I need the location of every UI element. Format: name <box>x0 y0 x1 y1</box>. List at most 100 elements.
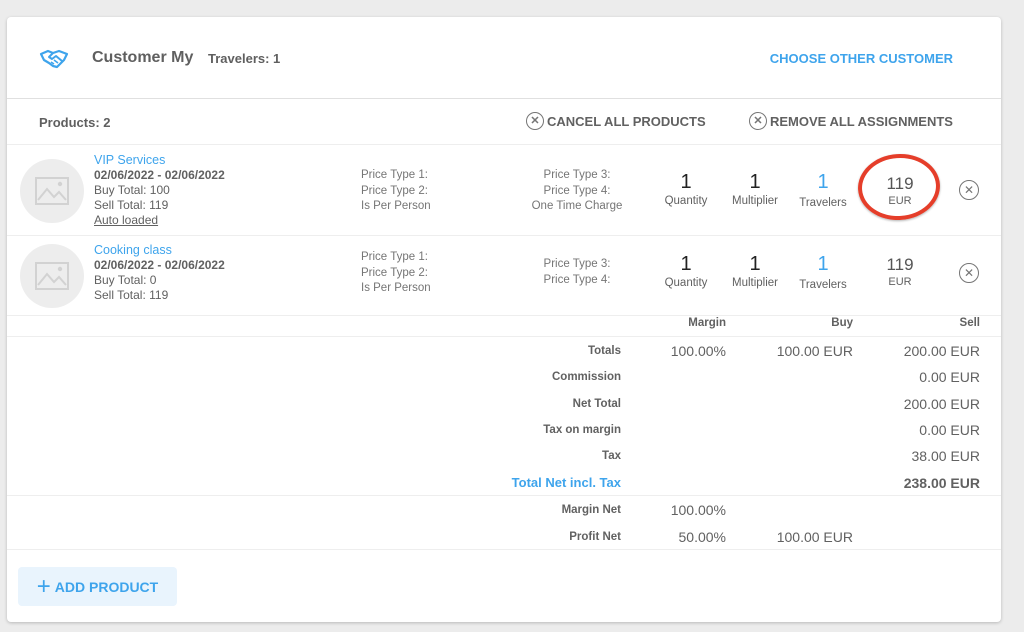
summary-margin-value: 100.00% <box>670 343 726 359</box>
price-type-4: Price Type 4: <box>543 273 611 286</box>
summary-sell-value: 200.00 EUR <box>903 395 980 412</box>
multiplier-value: 1 <box>749 171 761 193</box>
travelers-label: Travelers <box>799 279 847 291</box>
multiplier-label: Multiplier <box>731 277 778 289</box>
product-row: VIP Services 02/06/2022 - 02/06/2022 Buy… <box>7 145 1001 236</box>
product-sell-total: Sell Total: 119 <box>94 288 169 302</box>
summary-header-buy: Buy <box>831 317 853 329</box>
price-type-1: Price Type 1: <box>361 251 428 263</box>
image-icon <box>35 262 69 290</box>
close-circle-icon: ✕ <box>963 266 975 280</box>
auto-loaded-link[interactable]: Auto loaded <box>94 213 225 228</box>
summary-sell-value: 0.00 EUR <box>919 369 980 386</box>
summary-buy-value: 100.00 EUR <box>776 343 853 359</box>
summary-row: Total Net incl. Tax 238.00 EUR <box>7 470 1001 496</box>
multiplier-label: Multiplier <box>731 195 778 207</box>
cancel-all-products-label: CANCEL ALL PRODUCTS <box>547 113 706 129</box>
product-sell-total: Sell Total: 119 <box>94 198 169 212</box>
quantity-field[interactable]: 1 Quantity <box>656 171 716 207</box>
price-types-right: Price Type 3: Price Type 4: One Time Cha… <box>517 168 637 215</box>
summary-row-label: Totals <box>587 345 621 357</box>
quantity-value: 1 <box>680 253 692 275</box>
remove-product-button[interactable]: ✕ <box>959 263 979 283</box>
quantity-field[interactable]: 1 Quantity <box>656 253 716 289</box>
remove-all-assignments-label: REMOVE ALL ASSIGNMENTS <box>770 113 953 129</box>
price-types-right: Price Type 3: Price Type 4: <box>517 257 637 288</box>
product-info: Cooking class 02/06/2022 - 02/06/2022 Bu… <box>94 243 225 303</box>
divider <box>7 495 1001 496</box>
price-types-left: Price Type 1: Price Type 2: Is Per Perso… <box>361 250 431 297</box>
booking-card: Customer My Travelers: 1 CHOOSE OTHER CU… <box>7 17 1001 622</box>
multiplier-field[interactable]: 1 Multiplier <box>725 171 785 207</box>
is-per-person: Is Per Person <box>361 200 431 212</box>
price-type-3: Price Type 3: <box>543 169 611 181</box>
product-dates: 02/06/2022 - 02/06/2022 <box>94 258 225 272</box>
handshake-icon <box>39 49 69 69</box>
products-count: Products: 2 <box>39 115 111 130</box>
price-type-2: Price Type 2: <box>361 184 428 197</box>
product-name-link[interactable]: Cooking class <box>94 243 225 258</box>
summary-row: Totals 100.00% 100.00 EUR 200.00 EUR <box>7 338 1001 364</box>
products-toolbar: Products: 2 ✕ CANCEL ALL PRODUCTS ✕ REMO… <box>7 99 1001 145</box>
price-type-3: Price Type 3: <box>543 258 611 270</box>
is-per-person: Is Per Person <box>361 282 431 294</box>
summary-header-sell: Sell <box>959 317 980 329</box>
summary-sell-value: 0.00 EUR <box>919 421 980 438</box>
summary-row: Commission 0.00 EUR <box>7 364 1001 390</box>
multiplier-field[interactable]: 1 Multiplier <box>725 253 785 289</box>
summary-row-label: Tax <box>602 450 621 463</box>
summary-row: Profit Net 50.00% 100.00 EUR <box>7 524 1001 550</box>
one-time-charge: One Time Charge <box>531 200 623 212</box>
travelers-field[interactable]: 1 Travelers <box>793 253 853 291</box>
summary-row-label: Tax on margin <box>543 423 621 436</box>
summary-row: Net Total 200.00 EUR <box>7 391 1001 417</box>
summary-sell-value: 238.00 EUR <box>903 474 980 491</box>
price-currency: EUR <box>888 276 912 288</box>
summary-row-label: Total Net incl. Tax <box>511 474 621 490</box>
product-image-placeholder <box>20 159 84 223</box>
summary-margin-value: 50.00% <box>678 528 726 545</box>
product-dates: 02/06/2022 - 02/06/2022 <box>94 168 225 182</box>
price-type-4: Price Type 4: <box>543 184 611 197</box>
remove-all-assignments-button[interactable]: ✕ REMOVE ALL ASSIGNMENTS <box>749 112 953 130</box>
travelers-value[interactable]: 1 <box>793 253 853 275</box>
product-image-placeholder <box>20 244 84 308</box>
product-buy-total: Buy Total: 100 <box>94 183 170 197</box>
plus-icon: + <box>36 572 51 600</box>
choose-other-customer-button[interactable]: CHOOSE OTHER CUSTOMER <box>770 51 953 66</box>
add-product-button[interactable]: + ADD PRODUCT <box>18 567 177 606</box>
divider <box>7 549 1001 550</box>
summary-sell-value: 38.00 EUR <box>911 448 980 465</box>
summary-row-label: Margin Net <box>561 504 621 516</box>
customer-header: Customer My Travelers: 1 CHOOSE OTHER CU… <box>7 17 1001 99</box>
image-icon <box>35 177 69 205</box>
product-price: 119 EUR <box>870 255 930 288</box>
summary-row-label: Net Total <box>572 397 621 410</box>
quantity-label: Quantity <box>664 195 708 207</box>
summary-row: Tax 38.00 EUR <box>7 443 1001 469</box>
price-value: 119 <box>886 255 914 274</box>
close-circle-icon: ✕ <box>963 183 975 197</box>
summary-header-margin: Margin <box>688 317 726 329</box>
product-name-link[interactable]: VIP Services <box>94 153 225 168</box>
price-type-1: Price Type 1: <box>361 169 428 181</box>
summary-buy-value: 100.00 EUR <box>776 528 853 545</box>
summary-row-label: Commission <box>551 371 621 384</box>
summary-sell-value: 200.00 EUR <box>903 343 980 359</box>
divider <box>7 336 1001 337</box>
multiplier-value: 1 <box>749 253 761 275</box>
remove-product-button[interactable]: ✕ <box>959 180 979 200</box>
cancel-all-products-button[interactable]: ✕ CANCEL ALL PRODUCTS <box>526 112 706 130</box>
price-types-left: Price Type 1: Price Type 2: Is Per Perso… <box>361 168 431 215</box>
summary-row: Tax on margin 0.00 EUR <box>7 417 1001 443</box>
product-buy-total: Buy Total: 0 <box>94 273 157 287</box>
product-info: VIP Services 02/06/2022 - 02/06/2022 Buy… <box>94 153 225 228</box>
travelers-value[interactable]: 1 <box>793 171 853 193</box>
travelers-field[interactable]: 1 Travelers <box>793 171 853 209</box>
quantity-label: Quantity <box>664 277 708 289</box>
close-circle-icon: ✕ <box>749 112 767 130</box>
quantity-value: 1 <box>680 171 692 193</box>
price-type-2: Price Type 2: <box>361 266 428 279</box>
travelers-count: Travelers: 1 <box>208 51 281 66</box>
customer-name: Customer My <box>92 49 194 66</box>
